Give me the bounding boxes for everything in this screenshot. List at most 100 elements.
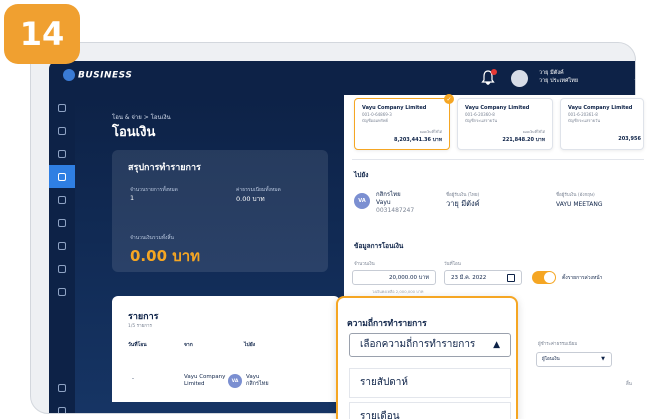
schedule-toggle-label: ตั้งรายการล่วงหน้า <box>562 275 603 281</box>
caret-down-icon: ▼ <box>601 356 605 362</box>
tag-icon <box>58 218 66 227</box>
row-from: Vayu Company Limited <box>184 374 226 387</box>
row-date: - <box>132 376 134 382</box>
amount-label: จำนวนเงิน <box>354 262 375 267</box>
fee-payer-label: ผู้ชำระค่าธรรมเนียม <box>538 342 578 347</box>
bell-icon[interactable] <box>481 69 497 86</box>
row-recipient: Vayu กสิกรไทย <box>246 374 269 388</box>
chevron-down-icon[interactable]: ⌄ <box>633 74 635 83</box>
wallet-icon <box>58 126 66 135</box>
sidebar-item-history[interactable] <box>49 280 75 303</box>
account-card[interactable]: Vayu Company Limited 001-6-20361-8 บัญชี… <box>560 98 644 150</box>
notification-dot <box>491 69 497 75</box>
caret-up-icon: ▲ <box>493 340 500 350</box>
account-balance-label: ยอดเงินที่ใช้ได้ <box>419 130 442 134</box>
row-recipient-name: Vayu <box>246 374 260 380</box>
account-name: Vayu Company Limited <box>362 105 427 111</box>
app-logo: BUSINESS <box>63 69 132 81</box>
amount-input[interactable]: 20,000.00 บาท <box>352 270 436 285</box>
column-header-date[interactable]: วันที่โอน <box>128 341 147 349</box>
card-icon <box>58 149 66 158</box>
account-card[interactable]: Vayu Company Limited 001-6-20360-8 บัญชี… <box>457 98 553 150</box>
document-icon <box>58 241 66 250</box>
summary-card: สรุปการทำรายการ จำนวนรายการทั้งหมด 1 ค่า… <box>112 150 328 272</box>
recipient-name: Vayu <box>376 199 391 206</box>
sidebar <box>49 96 75 413</box>
account-balance-label: ยอดเงินที่ใช้ได้ <box>522 130 545 134</box>
recipient-name-en: VAYU MEETANG <box>556 201 603 208</box>
logo-icon <box>63 69 75 81</box>
user-avatar[interactable] <box>511 70 528 87</box>
sidebar-item-logout[interactable] <box>49 399 75 413</box>
sidebar-item-reports[interactable] <box>49 234 75 257</box>
user-name: วายุ มีตังค์ <box>539 70 564 76</box>
account-balance: 8,203,441.36 บาท <box>393 137 442 143</box>
account-type: บัญชีกระแสรายวัน <box>568 118 601 123</box>
transfer-section-title: ข้อมูลการโอนเงิน <box>354 242 404 250</box>
fee-value: 0.00 บาท <box>236 195 265 203</box>
date-value: 23 มี.ค. 2022 <box>451 274 487 281</box>
power-icon <box>58 406 66 413</box>
section-divider <box>352 159 644 160</box>
sidebar-item-users[interactable] <box>49 257 75 280</box>
account-type: บัญชีออมทรัพย์ <box>362 118 388 123</box>
calendar-icon[interactable] <box>507 274 515 282</box>
date-input[interactable]: 23 มี.ค. 2022 <box>444 270 522 285</box>
frequency-label: ความถี่การทำรายการ <box>347 319 427 329</box>
fee-payer-value: ผู้โอนเงิน <box>542 357 560 362</box>
total-value: 0.00 บาท <box>130 247 201 265</box>
amount-hint: วงเงินคงเหลือ 2,000,000 บาท <box>372 289 424 294</box>
recipient-name-th: วายุ มีตังค์ <box>446 199 480 208</box>
frequency-option-weekly[interactable]: รายสัปดาห์ <box>349 368 511 398</box>
count-label: จำนวนรายการทั้งหมด <box>130 187 178 193</box>
top-bar: BUSINESS วายุ มีตังค์ วายุ ประเทศไทย ⌄ <box>49 61 635 96</box>
account-name: Vayu Company Limited <box>568 105 633 111</box>
sidebar-item-payment[interactable] <box>49 188 75 211</box>
logo-text: BUSINESS <box>78 70 133 81</box>
toggle-knob <box>544 272 555 283</box>
fee-label: ค่าธรรมเนียมทั้งหมด <box>236 187 281 193</box>
list-title: รายการ <box>128 312 159 322</box>
page-title: โอนเงิน <box>112 125 156 140</box>
transaction-list-card: รายการ 1/5 รายการ วันที่โอน จาก ไปยัง - … <box>112 296 340 402</box>
list-subtitle: 1/5 รายการ <box>128 324 152 329</box>
step-number-badge: 14 <box>4 4 80 64</box>
column-header-to[interactable]: ไปยัง <box>244 341 255 349</box>
sidebar-item-collection[interactable] <box>49 211 75 234</box>
sidebar-item-transfer[interactable] <box>49 165 75 188</box>
recipient-details: กสิกรไทย Vayu 0031487247 <box>376 191 414 215</box>
user-info[interactable]: วายุ มีตังค์ วายุ ประเทศไทย <box>539 69 578 85</box>
column-header-from[interactable]: จาก <box>184 341 193 349</box>
sidebar-item-accounts[interactable] <box>49 119 75 142</box>
gear-icon <box>58 383 66 392</box>
frequency-select[interactable]: เลือกความถี่การทำรายการ ▲ <box>349 333 511 357</box>
check-icon: ✓ <box>444 94 454 104</box>
total-label: จำนวนเงินรวมทั้งสิ้น <box>130 235 174 241</box>
clock-icon <box>58 287 66 296</box>
date-label: วันที่โอน <box>444 262 461 267</box>
recipient-section-title: ไปยัง <box>354 171 369 179</box>
users-icon <box>58 264 66 273</box>
sidebar-item-home[interactable] <box>49 96 75 119</box>
summary-title: สรุปการทำรายการ <box>128 163 201 173</box>
recipient-bank: กสิกรไทย <box>376 191 401 198</box>
tutorial-stage: 14 BUSINESS วายุ มีตังค์ วายุ ประเทศไทย … <box>0 0 650 419</box>
count-value: 1 <box>130 194 135 202</box>
sidebar-item-settings[interactable] <box>49 376 75 399</box>
fee-payer-select[interactable]: ผู้โอนเงิน ▼ <box>536 352 612 367</box>
row-recipient-avatar: VA <box>228 374 242 388</box>
home-icon <box>58 103 66 112</box>
account-name: Vayu Company Limited <box>465 105 530 111</box>
row-recipient-bank: กสิกรไทย <box>246 381 269 387</box>
recipient-name-en-label: ชื่อผู้รับเงิน (อังกฤษ) <box>556 193 595 198</box>
frequency-placeholder: เลือกความถี่การทำรายการ <box>360 339 476 350</box>
recipient-avatar: VA <box>354 193 370 209</box>
frequency-option-monthly[interactable]: รายเดือน <box>349 402 511 419</box>
schedule-toggle[interactable] <box>532 271 556 284</box>
account-balance: 221,848.20 บาท <box>502 137 545 143</box>
account-card[interactable]: Vayu Company Limited 001-0-64869-3 บัญชี… <box>354 94 454 150</box>
recipient-account-number: 0031487247 <box>376 207 415 214</box>
sidebar-item-cards[interactable] <box>49 142 75 165</box>
account-type: บัญชีกระแสรายวัน <box>465 118 498 123</box>
bill-icon <box>58 195 66 204</box>
